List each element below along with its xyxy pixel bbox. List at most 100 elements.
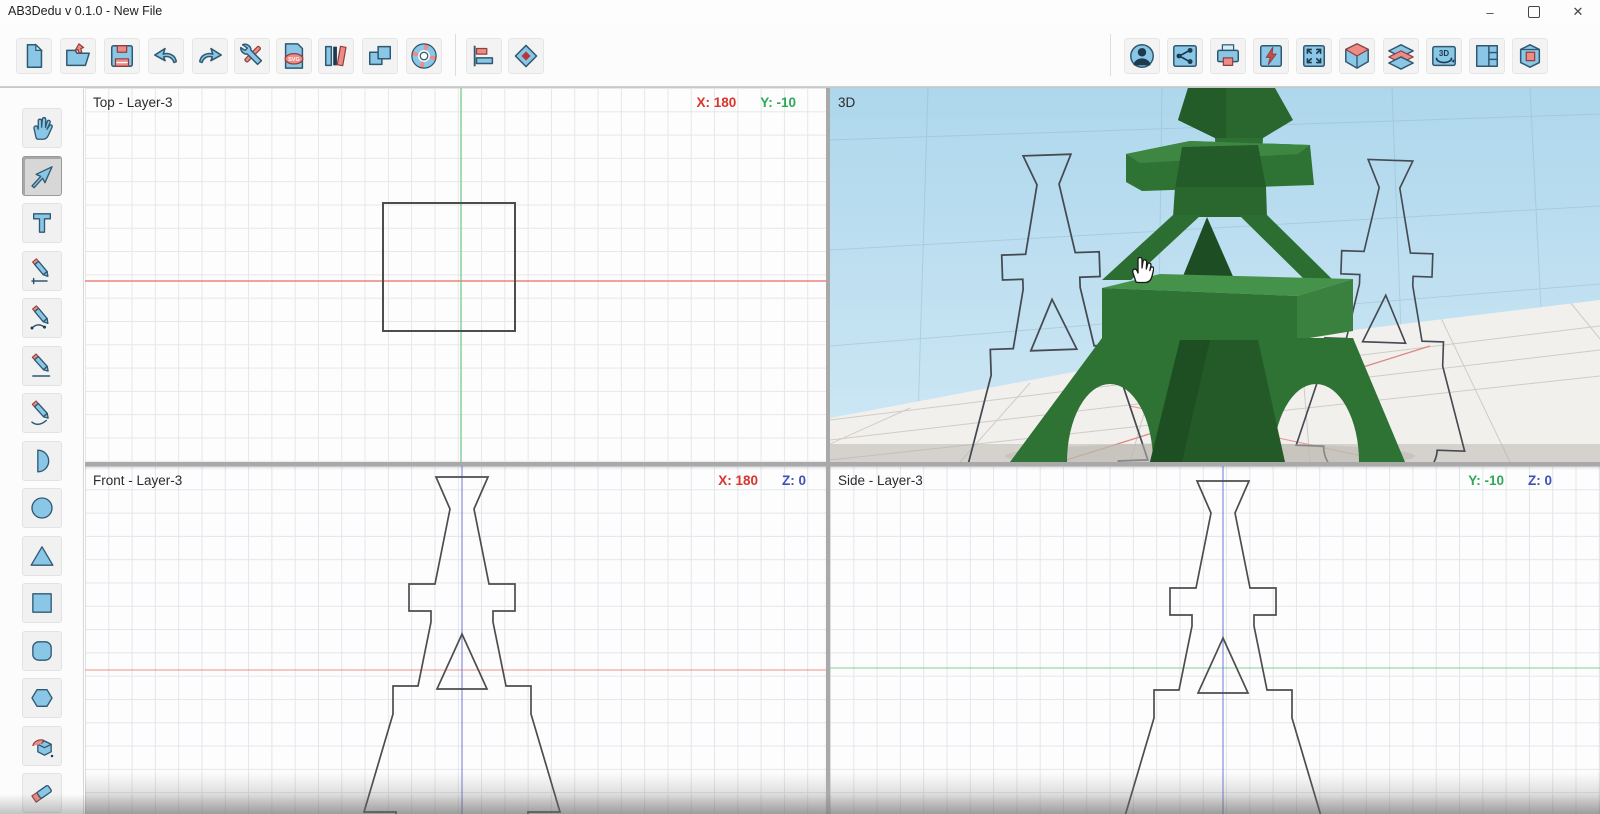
layout-panels-icon — [1475, 44, 1499, 68]
viewport-top-label: Top - Layer-3 — [93, 95, 173, 110]
viewport-3d[interactable]: 3D — [830, 88, 1600, 462]
help-icon — [411, 43, 437, 69]
share-button[interactable] — [1167, 38, 1203, 74]
redo-button[interactable] — [192, 38, 228, 74]
library-button[interactable] — [318, 38, 354, 74]
tool-rounded-square[interactable] — [21, 630, 62, 671]
transform-button[interactable] — [508, 38, 544, 74]
minimize-icon: – — [1486, 4, 1494, 20]
app-window: AB3Dedu v 0.1.0 - New File – ✕ SVG 3D To… — [0, 0, 1600, 814]
minimize-button[interactable]: – — [1468, 0, 1512, 24]
tool-freehand-pencil[interactable] — [21, 393, 62, 433]
pen-line-icon — [30, 257, 49, 284]
account-button[interactable] — [1124, 38, 1160, 74]
text-icon — [32, 213, 51, 233]
tool-triangle[interactable] — [21, 535, 62, 576]
coord-x: X: 180 — [718, 473, 758, 488]
layers-icon — [1388, 44, 1414, 70]
help-button[interactable] — [406, 38, 442, 74]
pen-curve-icon — [30, 305, 49, 330]
open-file-icon — [66, 43, 90, 67]
viewport-side[interactable]: Side - Layer-3 Y: -10 Z: 0 — [830, 466, 1600, 814]
pencil-curve-icon — [30, 400, 49, 426]
coord-y: Y: -10 — [760, 95, 796, 110]
hexagon-icon — [30, 689, 53, 707]
redo-icon — [198, 47, 222, 64]
tool-pan[interactable] — [21, 108, 62, 148]
front-view-canvas[interactable] — [85, 466, 826, 814]
save-file-button[interactable] — [104, 38, 140, 74]
top-view-canvas[interactable] — [85, 88, 826, 462]
undo-button[interactable] — [148, 38, 184, 74]
share-icon — [1173, 44, 1197, 68]
vertical-splitter[interactable] — [826, 88, 830, 814]
maximize-icon — [1528, 6, 1540, 18]
circle-icon — [30, 497, 53, 519]
account-icon — [1130, 44, 1154, 68]
tool-curve-pen[interactable] — [21, 298, 62, 338]
rotate-3d-button[interactable]: 3D — [1426, 38, 1462, 74]
window-controls: – ✕ — [1468, 0, 1600, 24]
rotate-3d-icon: 3D — [1432, 45, 1456, 67]
coord-z: Z: 0 — [781, 473, 806, 488]
sketch-square[interactable] — [382, 202, 516, 332]
align-button[interactable] — [466, 38, 502, 74]
shape-3d-icon — [31, 738, 53, 757]
print-3d-button[interactable] — [1512, 38, 1548, 74]
close-button[interactable]: ✕ — [1556, 0, 1600, 24]
hand-pan-icon — [32, 116, 53, 140]
print-button[interactable] — [1210, 38, 1246, 74]
svg-text:SVG: SVG — [288, 57, 300, 63]
toolbar-separator — [455, 34, 456, 76]
toolbar-border — [0, 87, 1600, 88]
render-button[interactable] — [1253, 38, 1289, 74]
duplicate-icon — [368, 45, 392, 66]
tool-square[interactable] — [21, 583, 62, 623]
viewport-front[interactable]: Front - Layer-3 X: 180 Z: 0 — [85, 466, 826, 814]
print-icon — [1216, 44, 1240, 66]
layout-button[interactable] — [1469, 38, 1505, 74]
fullscreen-icon — [1302, 44, 1326, 68]
tool-shape-3d[interactable] — [21, 725, 62, 766]
three-d-canvas[interactable] — [830, 88, 1600, 462]
viewport-3d-label: 3D — [838, 95, 856, 110]
viewport-front-label: Front - Layer-3 — [93, 473, 183, 488]
coord-y: Y: -10 — [1468, 473, 1504, 488]
svg-export-button[interactable]: SVG — [276, 38, 312, 74]
new-file-button[interactable] — [16, 38, 52, 74]
rounded-square-icon — [31, 640, 52, 661]
main-toolbar: SVG 3D — [0, 24, 1600, 87]
coord-z: Z: 0 — [1527, 473, 1552, 488]
view-3d-button[interactable] — [1339, 38, 1375, 74]
title-bar: AB3Dedu v 0.1.0 - New File – ✕ — [0, 0, 1600, 24]
tool-select[interactable] — [21, 155, 62, 196]
printer-3d-icon — [1519, 44, 1541, 68]
tool-hexagon[interactable] — [21, 678, 62, 718]
viewport-side-label: Side - Layer-3 — [838, 473, 923, 488]
settings-tools-button[interactable] — [234, 38, 270, 74]
tool-sidebar — [0, 87, 84, 814]
tool-circle[interactable] — [21, 488, 62, 528]
undo-icon — [154, 47, 178, 64]
new-file-icon — [26, 43, 43, 68]
side-view-canvas[interactable] — [830, 466, 1600, 814]
layers-button[interactable] — [1383, 38, 1419, 74]
triangle-icon — [30, 545, 53, 566]
tool-text[interactable] — [21, 203, 62, 243]
align-icon — [473, 45, 494, 67]
pencil-line-icon — [31, 352, 50, 377]
viewport-top[interactable]: Top - Layer-3 X: 180 Y: -10 — [85, 88, 826, 462]
transform-icon — [514, 44, 538, 68]
open-file-button[interactable] — [60, 38, 96, 74]
maximize-button[interactable] — [1512, 0, 1556, 24]
close-icon: ✕ — [1572, 4, 1584, 19]
tool-semicircle[interactable] — [21, 440, 62, 481]
svg-text:3D: 3D — [1439, 49, 1449, 58]
tool-line-pen[interactable] — [21, 250, 62, 291]
tool-polyline-pencil[interactable] — [21, 345, 62, 386]
duplicate-button[interactable] — [362, 38, 398, 74]
fullscreen-button[interactable] — [1296, 38, 1332, 74]
tool-eraser[interactable] — [21, 773, 62, 813]
horizontal-splitter[interactable] — [85, 462, 1600, 466]
toolbar-separator-right — [1110, 34, 1111, 76]
